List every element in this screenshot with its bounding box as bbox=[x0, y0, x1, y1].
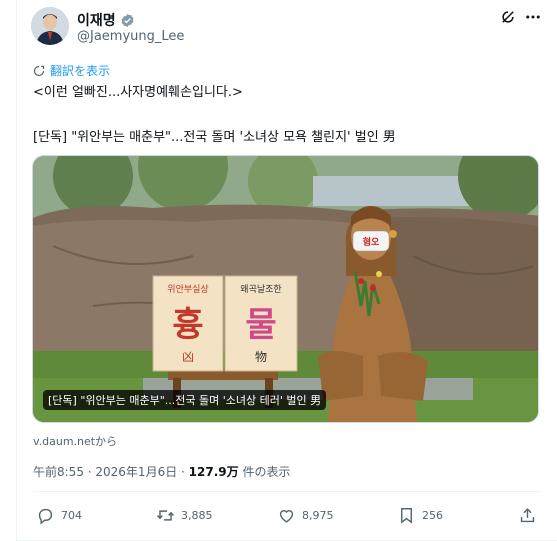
translate-icon bbox=[33, 65, 45, 76]
card-image: 위안부실상 흉 凶 왜곡날조한 물 物 혐오 bbox=[33, 156, 538, 422]
sign-right-main: 물 bbox=[245, 305, 276, 345]
like-button[interactable]: 8,975 bbox=[277, 506, 334, 525]
retweet-icon bbox=[157, 510, 174, 521]
sign-left-top: 위안부실상 bbox=[167, 284, 208, 295]
like-count: 8,975 bbox=[302, 509, 334, 522]
share-button[interactable] bbox=[518, 506, 543, 525]
mask-text: 혐오 bbox=[363, 236, 380, 248]
sign-left-hanja: 凶 bbox=[182, 350, 194, 364]
bookmark-count: 256 bbox=[422, 509, 443, 522]
card-caption: [단독] "위안부는 매춘부"...전국 돌며 '소녀상 테러' 벌인 男 bbox=[43, 390, 327, 410]
translate-link[interactable]: 翻訳を表示 bbox=[33, 62, 110, 79]
view-count-suffix: 件の表示 bbox=[238, 465, 291, 479]
translate-label[interactable]: 翻訳を表示 bbox=[50, 62, 110, 79]
reply-button[interactable]: 704 bbox=[36, 506, 82, 525]
bookmark-icon bbox=[401, 508, 412, 524]
tweet-text-line-1: <이런 얼빠진...사자명예훼손입니다.> bbox=[33, 85, 243, 100]
sign-right-top: 왜곡날조한 bbox=[240, 284, 281, 295]
view-count: 127.9万 bbox=[188, 465, 239, 479]
retweet-count: 3,885 bbox=[181, 509, 213, 522]
link-card[interactable]: 위안부실상 흉 凶 왜곡날조한 물 物 혐오 [단독] "위안부는 매춘부"..… bbox=[32, 155, 539, 423]
avatar-image bbox=[31, 7, 69, 45]
avatar[interactable] bbox=[31, 7, 69, 45]
card-source[interactable]: v.daum.netから bbox=[33, 433, 117, 449]
reply-count: 704 bbox=[61, 509, 82, 522]
tweet-timestamp[interactable]: 午前8:55 · 2026年1月6日 · bbox=[33, 465, 189, 479]
sign-left-main: 흉 bbox=[172, 305, 203, 345]
retweet-button[interactable]: 3,885 bbox=[156, 506, 213, 525]
bookmark-button[interactable]: 256 bbox=[397, 506, 443, 525]
tweet-meta: 午前8:55 · 2026年1月6日 · 127.9万 件の表示 bbox=[33, 463, 290, 480]
sign-right-hanja: 物 bbox=[255, 350, 267, 364]
author-handle[interactable]: @Jaemyung_Lee bbox=[77, 29, 184, 44]
heart-icon bbox=[279, 510, 294, 523]
reply-icon bbox=[38, 508, 53, 525]
author-display-name[interactable]: 이재명 bbox=[77, 10, 116, 30]
grok-icon[interactable] bbox=[499, 8, 517, 26]
more-options-icon[interactable] bbox=[524, 8, 542, 26]
verified-badge-icon bbox=[121, 13, 134, 27]
share-icon bbox=[520, 508, 535, 523]
author-name-row[interactable]: 이재명 bbox=[77, 10, 135, 30]
actions-divider bbox=[33, 491, 539, 492]
tweet-text-line-2: [단독] "위안부는 매춘부"...전국 돌며 '소녀상 모욕 챌린지' 벌인 … bbox=[33, 130, 396, 145]
